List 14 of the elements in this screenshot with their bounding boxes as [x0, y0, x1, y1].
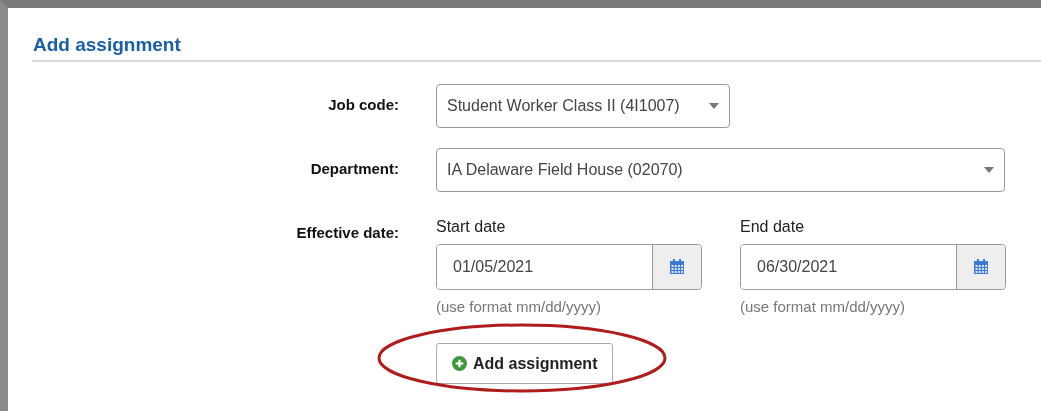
job-code-select[interactable]: Student Worker Class II (4I1007)	[436, 84, 730, 128]
department-select[interactable]: IA Delaware Field House (02070)	[436, 148, 1005, 192]
page-title: Add assignment	[32, 33, 181, 57]
add-assignment-button[interactable]: Add assignment	[436, 343, 614, 384]
format-hint: (use format mm/dd/yyyy)	[436, 298, 603, 315]
caret-icon	[984, 167, 994, 173]
field-label: Job code:	[327, 95, 399, 115]
field-label: Effective date:	[295, 223, 399, 243]
date-label: Start date	[436, 218, 507, 236]
field-label: Department:	[309, 159, 399, 179]
format-hint: (use format mm/dd/yyyy)	[740, 298, 907, 315]
date-label: End date	[740, 218, 806, 236]
plus-circle-icon	[452, 356, 467, 371]
caret-icon	[709, 103, 719, 109]
